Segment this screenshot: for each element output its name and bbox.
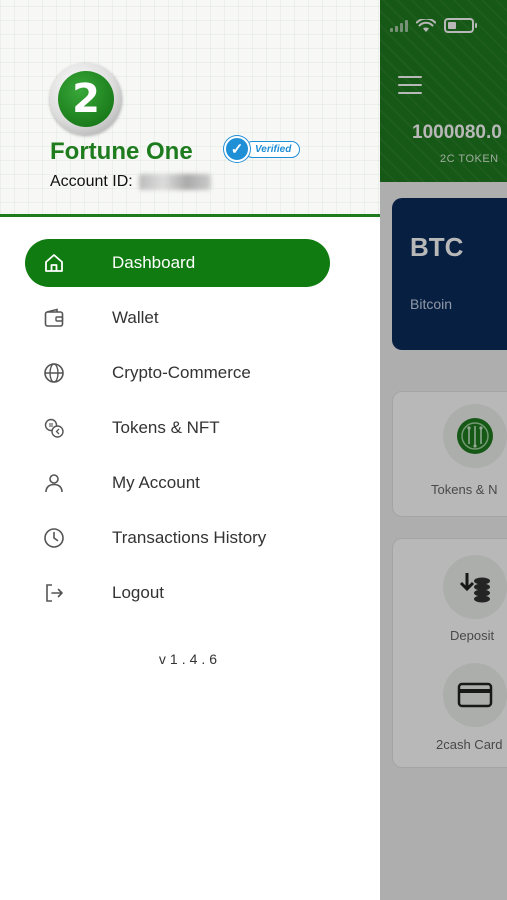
header-divider [0, 214, 380, 217]
account-id-row: Account ID: [50, 173, 211, 191]
menu-item-wallet[interactable]: Wallet [25, 294, 330, 342]
brand-logo: 2 [50, 63, 122, 135]
app-version: v1.4.6 [158, 651, 222, 667]
verified-badge: ✓ Verified [224, 136, 301, 162]
verified-check-icon: ✓ [224, 136, 250, 162]
menu-label-wallet: Wallet [112, 308, 159, 327]
brand-logo-mark: 2 [58, 71, 114, 127]
account-id-value-redacted [138, 174, 211, 190]
menu-label-dashboard: Dashboard [112, 253, 196, 272]
menu-item-crypto-commerce[interactable]: Crypto-Commerce [25, 349, 330, 397]
logout-icon [42, 581, 66, 605]
tokens-icon [42, 416, 66, 440]
menu-item-tokens-nft[interactable]: Tokens & NFT [25, 404, 330, 452]
globe-icon [42, 361, 66, 385]
wallet-icon [42, 306, 66, 330]
menu-label-logout: Logout [112, 583, 164, 602]
verified-label: Verified [244, 140, 301, 158]
menu-item-logout[interactable]: Logout [25, 569, 330, 617]
navigation-drawer: 2 Fortune One ✓ Verified Account ID: Das… [0, 0, 380, 900]
menu-label-crypto-commerce: Crypto-Commerce [112, 363, 251, 382]
brand-name: Fortune One [50, 138, 193, 165]
menu-item-transactions-history[interactable]: Transactions History [25, 514, 330, 562]
menu-label-my-account: My Account [112, 473, 200, 492]
home-icon [42, 251, 66, 275]
user-icon [42, 471, 66, 495]
menu-item-my-account[interactable]: My Account [25, 459, 330, 507]
menu-label-transactions-history: Transactions History [112, 528, 267, 547]
menu-label-tokens-nft: Tokens & NFT [112, 418, 220, 437]
menu-item-dashboard[interactable]: Dashboard [25, 239, 330, 287]
drawer-scrim[interactable] [380, 0, 507, 900]
clock-icon [42, 526, 66, 550]
account-id-label: Account ID: [50, 173, 133, 190]
